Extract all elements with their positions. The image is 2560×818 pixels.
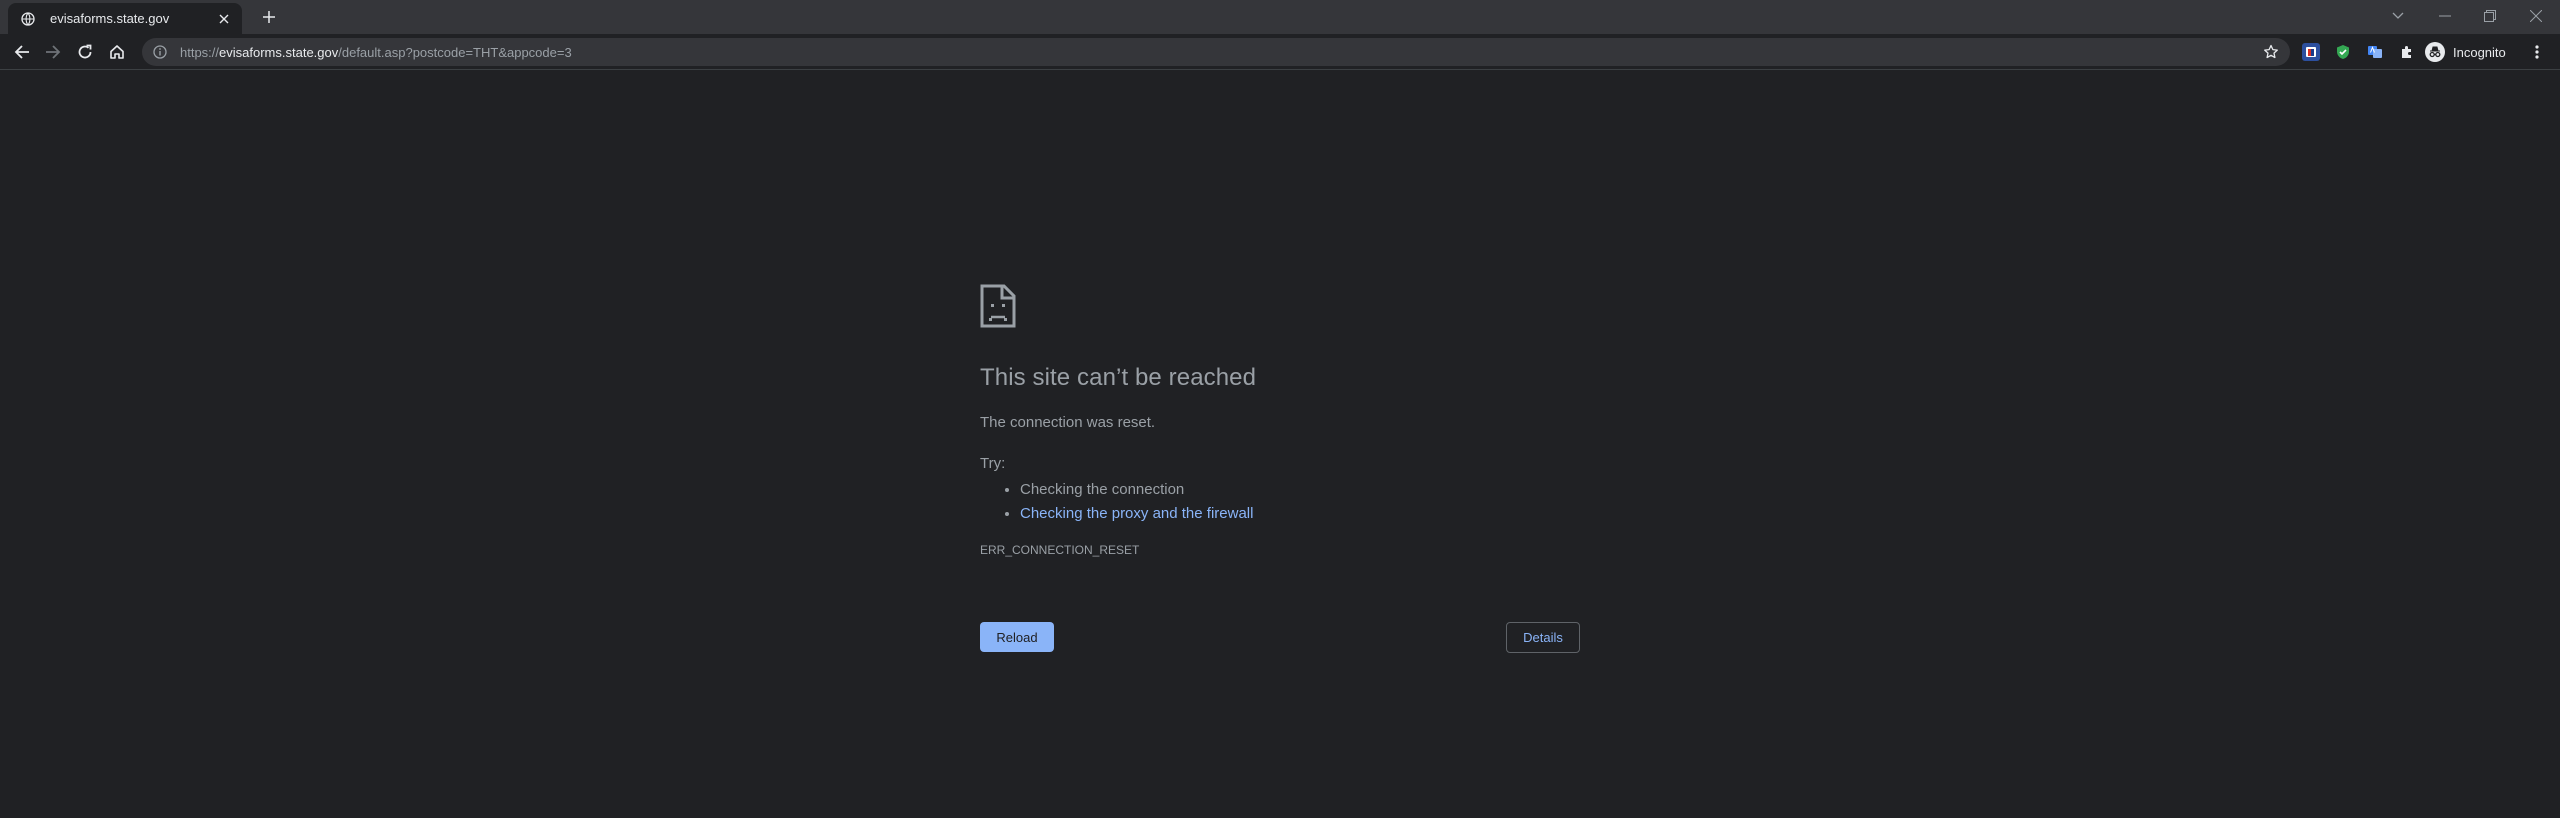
tab-search-chevron-down-icon[interactable] (2386, 4, 2410, 28)
adblock-shield-icon[interactable] (2334, 43, 2352, 61)
close-window-icon[interactable] (2524, 4, 2548, 28)
translate-icon[interactable] (2366, 43, 2384, 61)
url-text[interactable]: https://evisaforms.state.gov/default.asp… (180, 45, 2262, 60)
active-tab[interactable]: evisaforms.state.gov (8, 3, 242, 34)
kebab-menu-icon (2535, 45, 2539, 59)
incognito-profile-button[interactable]: Incognito (2421, 39, 2516, 65)
error-message: The connection was reset. (980, 414, 1156, 431)
extensions-puzzle-icon[interactable] (2398, 43, 2416, 61)
toolbar: https://evisaforms.state.gov/default.asp… (0, 34, 2560, 70)
restore-icon[interactable] (2478, 4, 2502, 28)
url-host: evisaforms.state.gov (219, 44, 339, 60)
incognito-icon (2425, 42, 2445, 62)
address-bar[interactable]: https://evisaforms.state.gov/default.asp… (142, 38, 2290, 66)
new-tab-button[interactable] (259, 7, 279, 27)
suggestions-list: Checking the connection Checking the pro… (980, 478, 1580, 526)
close-tab-icon[interactable] (216, 11, 232, 27)
url-scheme: https:// (180, 44, 220, 60)
arrow-right-icon (46, 45, 61, 59)
home-icon (110, 45, 124, 59)
error-page-content: This site can’t be reached The connectio… (980, 284, 1580, 557)
forward-button[interactable] (40, 39, 66, 65)
reload-toolbar-button[interactable] (72, 39, 98, 65)
error-title: This site can’t be reached (980, 364, 1257, 391)
home-button[interactable] (104, 39, 130, 65)
minimize-icon[interactable] (2433, 4, 2457, 28)
details-button[interactable]: Details (1506, 622, 1580, 653)
check-proxy-firewall-link[interactable]: Checking the proxy and the firewall (1020, 505, 1253, 522)
back-button[interactable] (9, 39, 35, 65)
try-label: Try: (980, 455, 1006, 472)
chrome-menu-button[interactable] (2524, 39, 2550, 65)
privacy-badger-icon[interactable] (2302, 43, 2320, 61)
reload-button[interactable]: Reload (980, 622, 1054, 652)
site-info-icon[interactable] (152, 44, 168, 60)
globe-icon (21, 11, 35, 26)
tab-strip: evisaforms.state.gov (0, 0, 2560, 34)
url-path: /default.asp?postcode=THT&appcode=3 (338, 44, 572, 60)
sad-document-icon (980, 284, 1016, 328)
error-code: ERR_CONNECTION_RESET (980, 543, 1140, 557)
suggestion-check-proxy: Checking the proxy and the firewall (1020, 502, 1580, 526)
bookmark-star-icon[interactable] (2262, 43, 2280, 61)
profile-label: Incognito (2453, 44, 2506, 60)
tab-title: evisaforms.state.gov (50, 11, 170, 26)
arrow-left-icon (14, 45, 29, 59)
refresh-icon (78, 44, 92, 59)
suggestion-check-connection: Checking the connection (1020, 478, 1580, 502)
